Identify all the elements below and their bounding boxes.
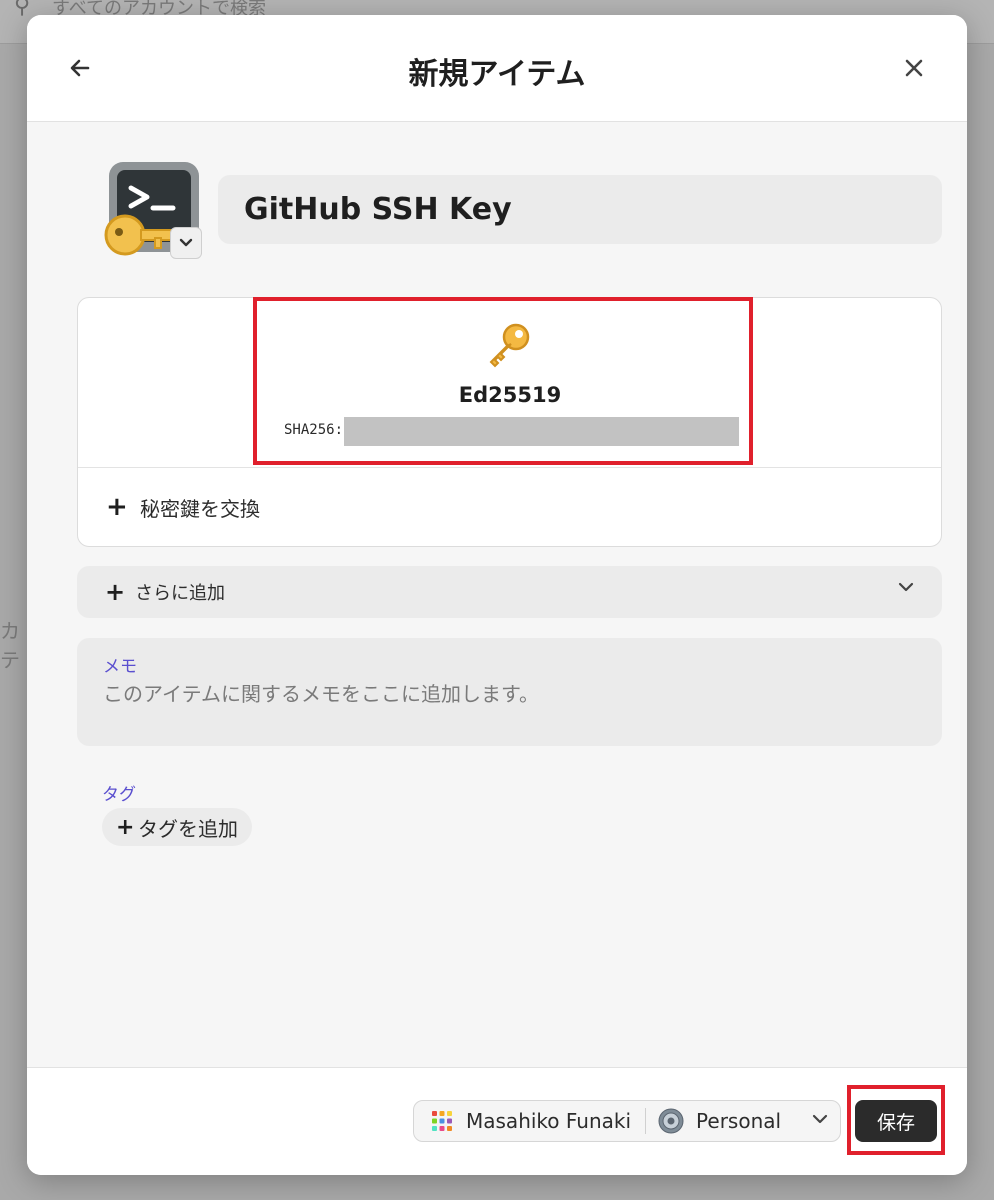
account-name: Masahiko Funaki bbox=[466, 1109, 632, 1133]
account-vault-picker[interactable]: Masahiko Funaki Personal bbox=[413, 1100, 841, 1142]
tags-label: タグ bbox=[102, 785, 136, 805]
vault-name: Personal bbox=[696, 1109, 782, 1133]
key-info-highlight bbox=[253, 297, 753, 465]
save-button-highlight bbox=[847, 1085, 945, 1155]
chevron-down-icon bbox=[898, 582, 914, 592]
icon-menu-button[interactable] bbox=[170, 227, 202, 259]
dialog-title: 新規アイテム bbox=[408, 57, 586, 92]
close-button[interactable] bbox=[897, 51, 931, 85]
new-item-dialog: 新規アイテム GitHub SSH Key Ed25519 SHA256: + … bbox=[27, 15, 967, 1175]
chevron-down-icon bbox=[812, 1114, 828, 1124]
replace-private-key-button[interactable]: + 秘密鍵を交換 bbox=[78, 468, 941, 546]
add-tag-button[interactable]: + タグを追加 bbox=[102, 808, 252, 846]
vault-icon bbox=[658, 1108, 684, 1134]
notes-section: メモ bbox=[77, 638, 942, 746]
add-more-label: さらに追加 bbox=[135, 583, 225, 604]
key-badge-icon bbox=[104, 214, 172, 256]
replace-private-key-label: 秘密鍵を交換 bbox=[140, 496, 260, 521]
add-tag-label: タグを追加 bbox=[138, 816, 238, 841]
close-icon bbox=[905, 59, 923, 77]
plus-icon: + bbox=[106, 492, 128, 522]
plus-icon: + bbox=[116, 814, 135, 840]
dialog-header: 新規アイテム bbox=[27, 15, 967, 122]
background-sidebar-text: カテ bbox=[0, 619, 20, 672]
add-more-button[interactable]: + さらに追加 bbox=[77, 566, 942, 618]
notes-label: メモ bbox=[103, 657, 137, 677]
plus-icon: + bbox=[105, 578, 126, 606]
account-grid-icon bbox=[432, 1111, 452, 1131]
item-title-input[interactable] bbox=[218, 175, 942, 244]
divider bbox=[645, 1108, 647, 1134]
chevron-down-icon bbox=[179, 238, 193, 247]
notes-input[interactable] bbox=[103, 678, 913, 738]
